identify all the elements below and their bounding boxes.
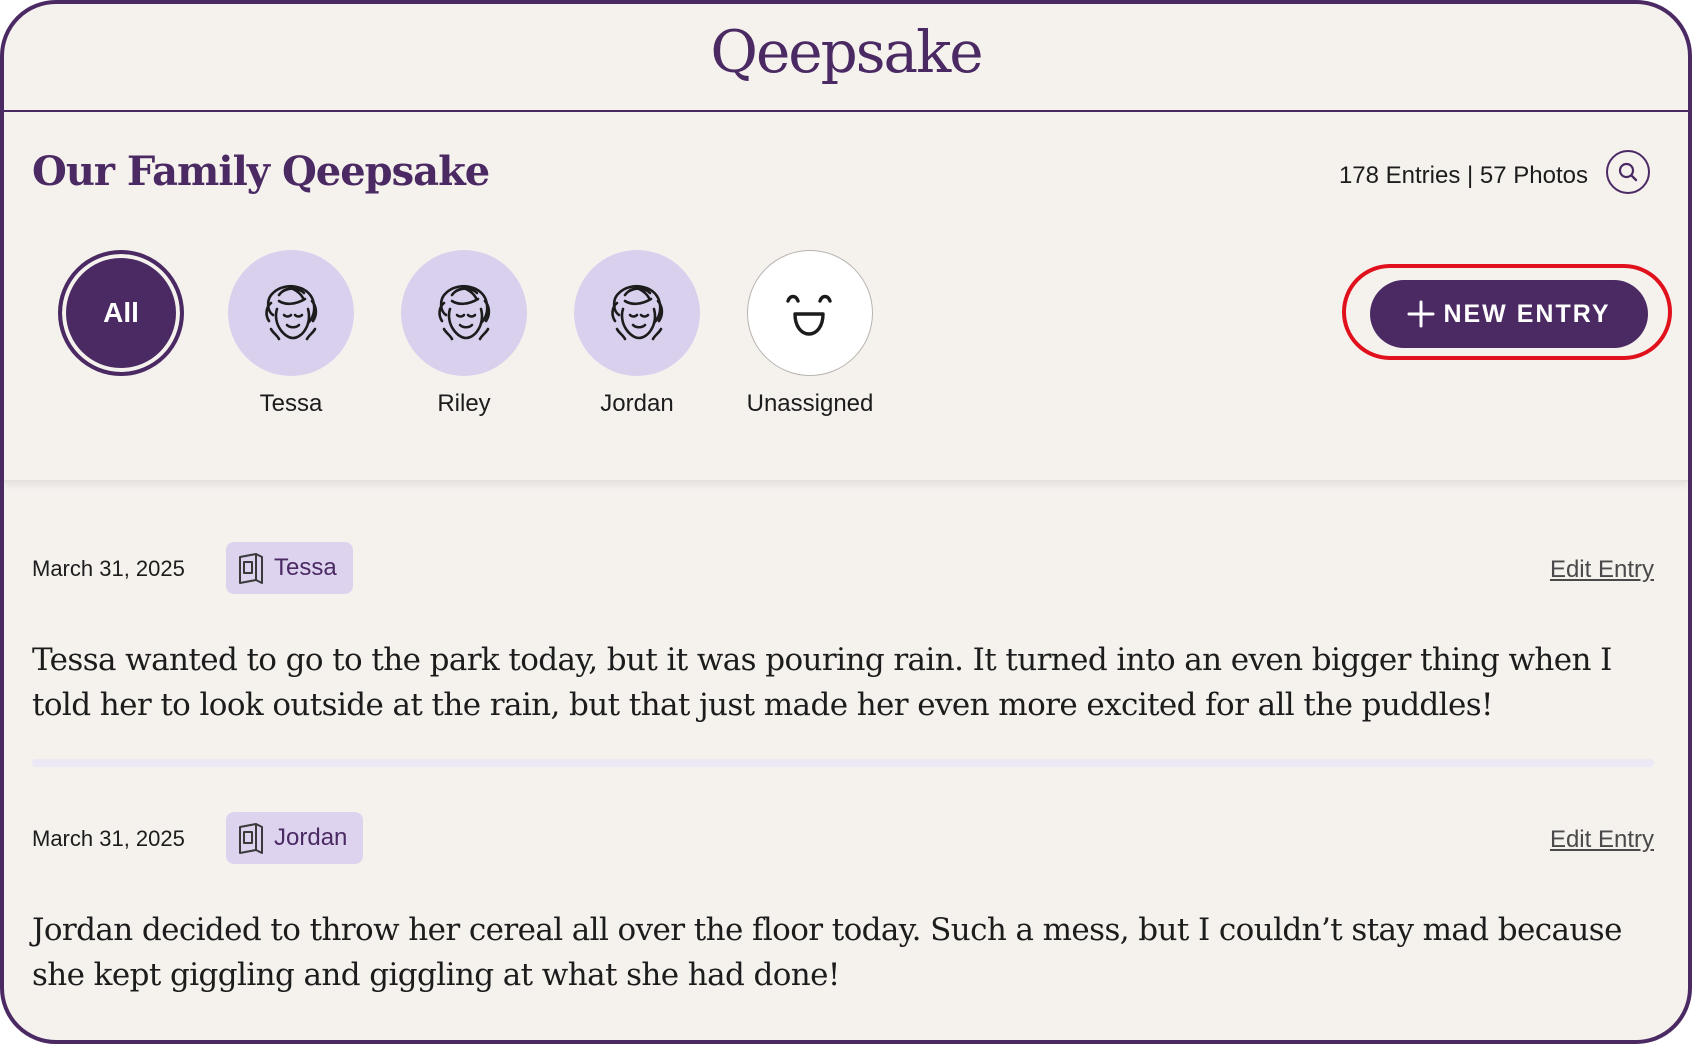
filter-all-label: All [103,297,139,328]
child-face-icon [595,271,679,355]
filter-all-avatar[interactable]: All [58,250,184,376]
filter-label: Tessa [259,390,323,417]
entry-tag-label: Tessa [274,554,337,581]
filter-label: Unassigned [746,390,874,417]
avatar[interactable] [228,250,354,376]
plus-icon [1407,300,1435,328]
entry-tag-label: Jordan [274,824,348,851]
entry-date: March 31, 2025 [32,556,185,581]
new-entry-button[interactable]: NEW ENTRY [1370,280,1648,348]
entry-date: March 31, 2025 [32,826,185,851]
page-title: Our Family Qeepsake [32,148,490,195]
filter-label: Riley [437,390,491,417]
edit-entry-link[interactable]: Edit Entry [1550,556,1654,584]
filter-unassigned[interactable]: Unassigned [745,250,875,418]
book-icon [236,821,266,855]
entry-child-tag[interactable]: Tessa [226,542,353,594]
avatar[interactable] [574,250,700,376]
brand-logo[interactable]: Qeepsake [4,18,1688,86]
entry-photo-stats: 178 Entries | 57 Photos [1338,162,1588,189]
book-icon [236,551,266,585]
edit-entry-link[interactable]: Edit Entry [1550,826,1654,854]
filter-label: Jordan [600,390,674,417]
family-panel: Our Family Qeepsake 178 Entries | 57 Pho… [4,112,1688,482]
filter-all[interactable]: All [56,250,186,376]
search-button[interactable] [1606,150,1650,194]
child-filter-row: All Tessa Riley Jordan Unassigned [56,250,918,418]
search-icon [1617,161,1639,183]
new-entry-label: NEW ENTRY [1443,299,1611,328]
filter-riley[interactable]: Riley [399,250,529,418]
smiley-face-icon [778,281,842,345]
child-face-icon [249,271,333,355]
entry-text: Tessa wanted to go to the park today, bu… [32,642,1612,723]
filter-tessa[interactable]: Tessa [226,250,356,418]
filter-jordan[interactable]: Jordan [572,250,702,418]
entry-child-tag[interactable]: Jordan [226,812,364,864]
app-window: Qeepsake Our Family Qeepsake 178 Entries… [0,0,1692,1044]
entry-text: Jordan decided to throw her cereal all o… [32,912,1622,993]
brand-header: Qeepsake [4,4,1688,112]
child-face-icon [422,271,506,355]
avatar[interactable] [747,250,873,376]
entry-divider [32,759,1654,767]
avatar[interactable] [401,250,527,376]
